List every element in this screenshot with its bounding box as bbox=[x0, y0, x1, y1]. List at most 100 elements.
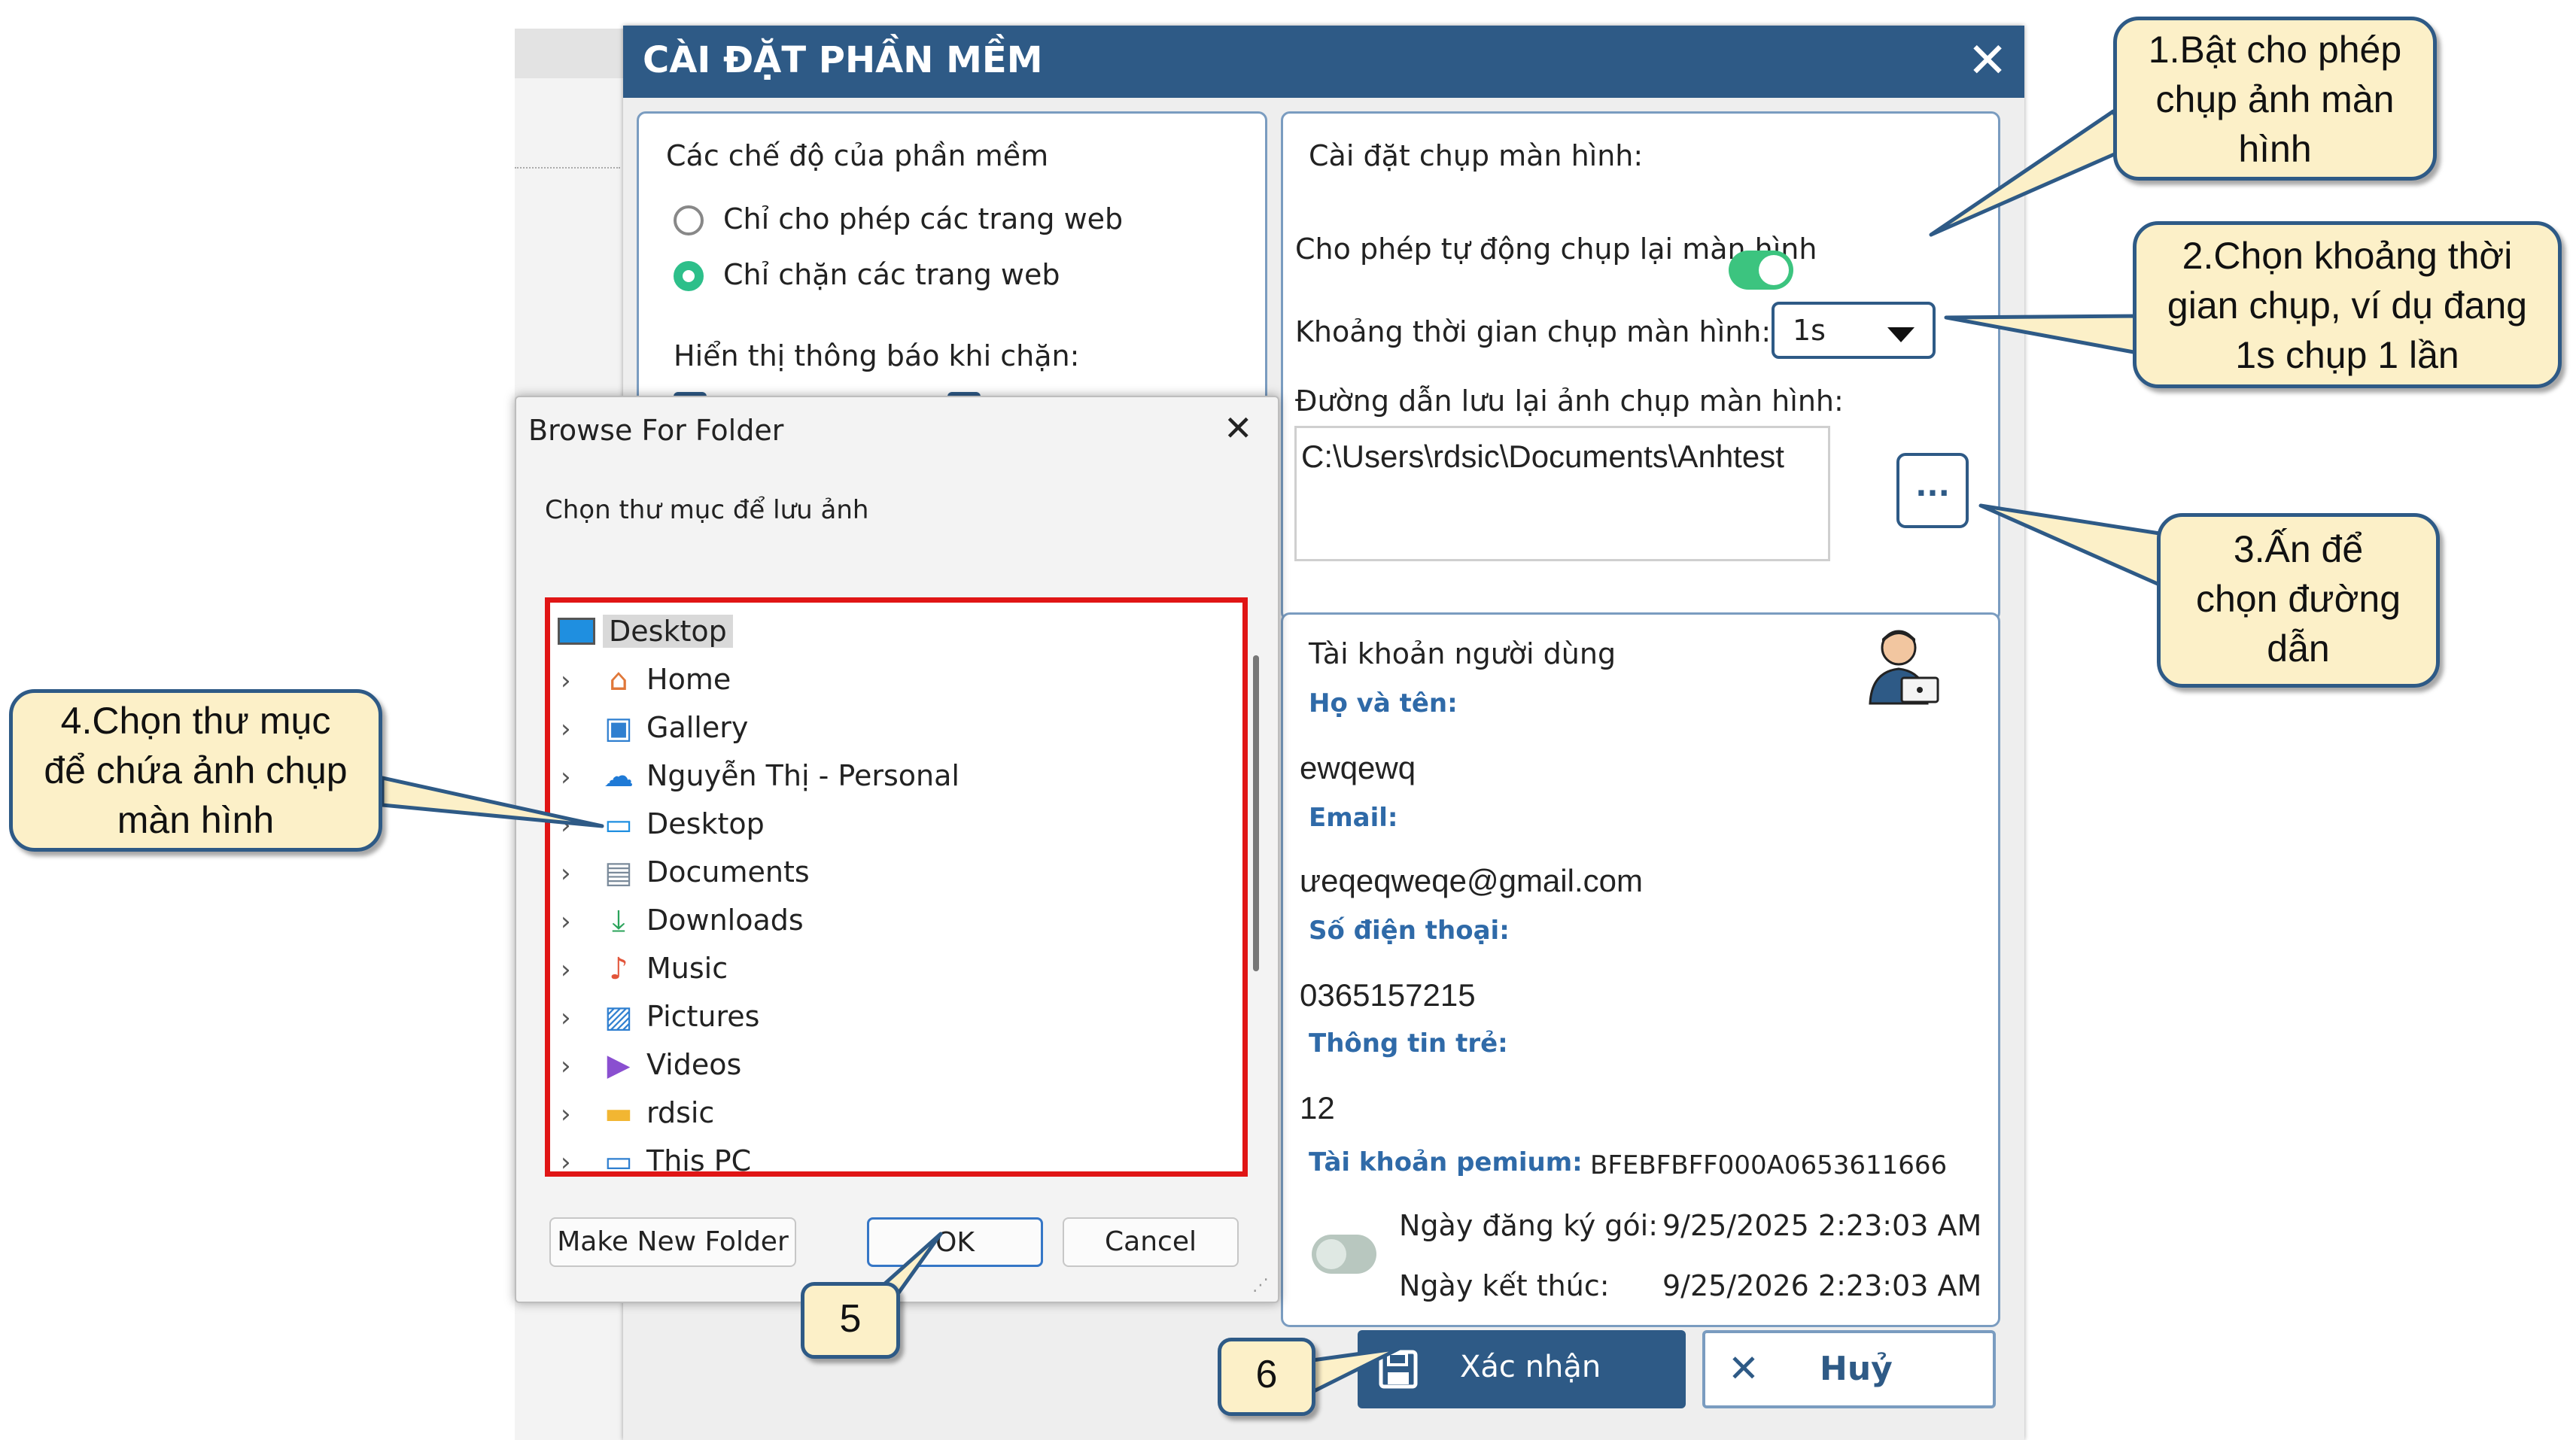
tree-item-label: This PC bbox=[646, 1144, 752, 1177]
interval-label: Khoảng thời gian chụp màn hình: bbox=[1295, 315, 1772, 348]
tree-item-videos[interactable]: › ▶ Videos bbox=[550, 1041, 1197, 1089]
cancel-label: Huỷ bbox=[1820, 1350, 1893, 1388]
name-value: ewqewq bbox=[1300, 750, 1416, 785]
tree-item-label: Music bbox=[646, 952, 728, 985]
close-icon[interactable]: ✕ bbox=[1961, 35, 2014, 87]
home-icon: ⌂ bbox=[609, 663, 628, 697]
tree-scrollbar[interactable] bbox=[1253, 655, 1259, 971]
chevron-right-icon[interactable]: › bbox=[561, 714, 571, 744]
save-path-field[interactable]: C:\Users\rdsic\Documents\Anhtest bbox=[1294, 426, 1830, 561]
tree-item-label: Videos bbox=[646, 1048, 742, 1081]
chevron-right-icon[interactable]: › bbox=[561, 1003, 571, 1033]
phone-value: 0365157215 bbox=[1300, 977, 1476, 1013]
tree-root-desktop[interactable]: Desktop bbox=[555, 607, 733, 655]
callout-line: 4.Chọn thư mục bbox=[60, 700, 331, 742]
interval-dropdown[interactable]: 1s bbox=[1772, 302, 1936, 359]
callout-line: hình bbox=[2238, 128, 2312, 170]
chevron-right-icon[interactable]: › bbox=[561, 762, 571, 792]
close-icon[interactable]: ✕ bbox=[1224, 408, 1253, 448]
tree-item-label: Desktop bbox=[646, 807, 765, 840]
start-date-label: Ngày đăng ký gói: bbox=[1399, 1209, 1659, 1242]
premium-toggle[interactable] bbox=[1312, 1235, 1376, 1274]
radio-allow-only[interactable]: Chỉ cho phép các trang web bbox=[674, 202, 1245, 240]
chevron-right-icon[interactable]: › bbox=[561, 1147, 571, 1177]
tree-item-desktop[interactable]: › ▭ Desktop bbox=[550, 800, 1197, 848]
user-laptop-icon bbox=[1866, 625, 1941, 708]
tree-item-label: Home bbox=[646, 663, 731, 696]
phone-label: Số điện thoại: bbox=[1309, 916, 1510, 946]
callout-line: 2.Chọn khoảng thời bbox=[2182, 235, 2513, 277]
callout-line: 1.Bật cho phép bbox=[2148, 29, 2402, 71]
radio-block-only[interactable]: Chỉ chặn các trang web bbox=[674, 258, 1245, 296]
videos-icon: ▶ bbox=[607, 1048, 631, 1083]
desktop-icon bbox=[558, 618, 595, 645]
save-icon bbox=[1379, 1350, 1418, 1389]
tree-item-home[interactable]: › ⌂ Home bbox=[550, 655, 1197, 703]
tree-item-label: Nguyễn Thị - Personal bbox=[646, 759, 960, 792]
modes-heading: Các chế độ của phần mềm bbox=[666, 139, 1049, 172]
interval-value: 1s bbox=[1793, 314, 1826, 347]
tree-item-this-pc[interactable]: › ▭ This PC bbox=[550, 1137, 1197, 1185]
chevron-right-icon[interactable]: › bbox=[561, 1051, 571, 1081]
child-info-value: 12 bbox=[1300, 1090, 1335, 1126]
radio-label: Chỉ chặn các trang web bbox=[723, 258, 1060, 291]
tree-item-label: rdsic bbox=[646, 1096, 715, 1129]
path-label: Đường dẫn lưu lại ảnh chụp màn hình: bbox=[1295, 384, 1844, 418]
resize-grip-icon[interactable]: ⋰ bbox=[1252, 1276, 1269, 1295]
tree-root-label: Desktop bbox=[603, 615, 733, 648]
chevron-right-icon[interactable]: › bbox=[561, 666, 571, 696]
callout-line: chụp ảnh màn bbox=[2155, 78, 2395, 120]
callout-line: dẫn bbox=[2267, 627, 2330, 670]
callout-interval: 2.Chọn khoảng thời gian chụp, ví dụ đang… bbox=[2133, 221, 2562, 388]
this-pc-icon: ▭ bbox=[604, 1144, 633, 1179]
tree-item-music[interactable]: › ♪ Music bbox=[550, 944, 1197, 992]
capture-heading: Cài đặt chụp màn hình: bbox=[1309, 139, 1644, 172]
callout-choose-folder: 4.Chọn thư mục để chứa ảnh chụp màn hình bbox=[9, 689, 382, 852]
cancel-button[interactable]: Cancel bbox=[1063, 1217, 1239, 1267]
folder-tree: Desktop › ⌂ Home › ▣ Gallery › ☁ Nguyễn Thị - Pe… bbox=[545, 597, 1259, 1179]
auto-capture-toggle[interactable] bbox=[1729, 251, 1793, 290]
confirm-label: Xác nhận bbox=[1460, 1350, 1601, 1384]
cancel-button[interactable]: ✕ Huỷ bbox=[1702, 1330, 1996, 1408]
tree-item-label: Gallery bbox=[646, 711, 749, 744]
chevron-down-icon bbox=[1887, 327, 1915, 342]
account-heading: Tài khoản người dùng bbox=[1309, 637, 1616, 670]
tree-item-documents[interactable]: › ▤ Documents bbox=[550, 848, 1197, 896]
radio-button[interactable] bbox=[674, 205, 704, 235]
chevron-right-icon[interactable]: › bbox=[561, 955, 571, 985]
background-divider bbox=[515, 167, 620, 169]
onedrive-cloud-icon: ☁ bbox=[604, 759, 634, 794]
confirm-button[interactable]: Xác nhận bbox=[1358, 1330, 1686, 1408]
premium-label: Tài khoản pemium: bbox=[1309, 1147, 1583, 1177]
tree-item-pictures[interactable]: › ▨ Pictures bbox=[550, 992, 1197, 1041]
callout-step-6: 6 bbox=[1218, 1338, 1315, 1416]
chevron-right-icon[interactable]: › bbox=[561, 1099, 571, 1129]
start-date-value: 9/25/2025 2:23:03 AM bbox=[1662, 1209, 1982, 1242]
tree-item-label: Pictures bbox=[646, 1000, 760, 1033]
ok-button[interactable]: OK bbox=[867, 1217, 1043, 1267]
chevron-right-icon[interactable]: › bbox=[561, 810, 571, 840]
tree-item-label: Downloads bbox=[646, 904, 804, 937]
make-new-folder-button[interactable]: Make New Folder bbox=[549, 1217, 796, 1267]
tree-item-nguy-n-th-personal[interactable]: › ☁ Nguyễn Thị - Personal bbox=[550, 752, 1197, 800]
radio-label: Chỉ cho phép các trang web bbox=[723, 202, 1124, 235]
user-account-panel: Tài khoản người dùng Họ và tên: ewqewq E… bbox=[1281, 612, 2000, 1327]
callout-browse: 3.Ấn để chọn đường dẫn bbox=[2157, 513, 2440, 688]
gallery-icon: ▣ bbox=[604, 711, 633, 746]
save-path-value: C:\Users\rdsic\Documents\Anhtest bbox=[1301, 439, 1784, 474]
chevron-right-icon[interactable]: › bbox=[561, 858, 571, 889]
callout-line: 3.Ấn để bbox=[2233, 528, 2364, 570]
documents-icon: ▤ bbox=[604, 855, 633, 890]
callout-step-5: 5 bbox=[801, 1282, 900, 1359]
folder-icon: ▬ bbox=[604, 1096, 633, 1131]
browse-title: Browse For Folder bbox=[528, 414, 784, 447]
radio-button-selected[interactable] bbox=[674, 261, 704, 291]
chevron-right-icon[interactable]: › bbox=[561, 907, 571, 937]
tree-item-gallery[interactable]: › ▣ Gallery bbox=[550, 703, 1197, 752]
browse-path-button[interactable]: ... bbox=[1896, 453, 1969, 528]
tree-item-downloads[interactable]: › ⤓ Downloads bbox=[550, 896, 1197, 944]
music-icon: ♪ bbox=[609, 952, 628, 986]
tree-item-rdsic[interactable]: › ▬ rdsic bbox=[550, 1089, 1197, 1137]
desktop-folder-icon: ▭ bbox=[604, 807, 633, 842]
background-app-header bbox=[515, 29, 628, 78]
